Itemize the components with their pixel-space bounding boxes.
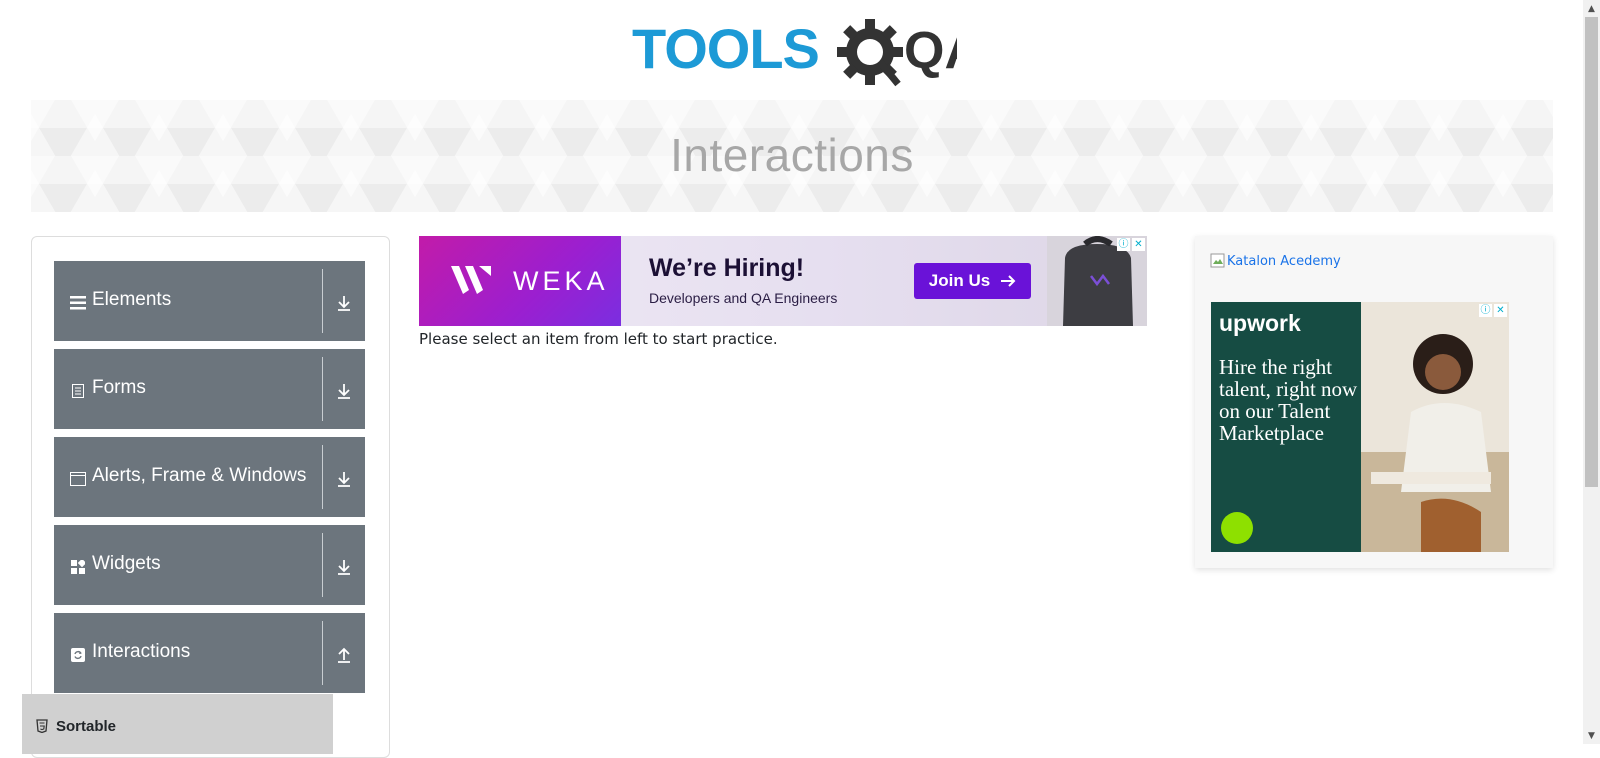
weka-ad-banner[interactable]: WEKA We’re Hiring! Developers and QA Eng… xyxy=(419,236,1147,326)
group-header-elements[interactable]: Elements xyxy=(54,261,365,341)
page-banner: Interactions xyxy=(31,100,1553,212)
group-header-widgets[interactable]: Widgets xyxy=(54,525,365,605)
logo-text-right: QA xyxy=(904,22,957,80)
upwork-logo: upwork xyxy=(1219,310,1301,336)
upwork-ad[interactable]: upwork Hire the right talent, right now … xyxy=(1211,302,1509,552)
scroll-up-icon[interactable]: ▲ xyxy=(1583,0,1600,17)
katalon-ad-link[interactable]: Katalon Acedemy xyxy=(1210,253,1341,269)
grid-icon xyxy=(70,559,86,575)
ad-choices[interactable]: ⓘ ✕ xyxy=(1117,238,1145,251)
ad-headline: We’re Hiring! xyxy=(649,254,805,282)
toolsqa-logo[interactable]: TOOLS QA xyxy=(632,14,957,92)
arrow-right-icon xyxy=(1001,275,1016,287)
divider xyxy=(322,533,323,597)
divider xyxy=(322,357,323,421)
html5-icon xyxy=(36,718,50,734)
ad-choices[interactable]: ⓘ ✕ xyxy=(1479,304,1507,317)
group-header-interactions[interactable]: Interactions xyxy=(54,613,365,693)
refresh-icon xyxy=(70,647,86,663)
sidebar-item-label: Sortable xyxy=(56,718,117,735)
ad-brand-name: WEKA xyxy=(513,266,609,296)
ad-subtext: Developers and QA Engineers xyxy=(649,290,838,306)
vertical-scrollbar[interactable]: ▲ ▼ xyxy=(1583,0,1600,744)
expand-down-icon[interactable] xyxy=(332,291,356,315)
expand-down-icon[interactable] xyxy=(332,467,356,491)
broken-image-icon xyxy=(1210,253,1225,268)
group-header-forms[interactable]: Forms xyxy=(54,349,365,429)
logo-text-left: TOOLS xyxy=(632,17,819,80)
sidebar-menu: Elements Forms Alerts, Frame & Windows W… xyxy=(31,236,390,758)
upwork-headline: Hire the right talent, right now on our … xyxy=(1219,355,1358,445)
group-label: Widgets xyxy=(92,553,161,574)
gear-icon xyxy=(837,19,903,87)
group-header-alerts-frame-windows[interactable]: Alerts, Frame & Windows xyxy=(54,437,365,517)
group-label: Interactions xyxy=(92,641,191,662)
divider xyxy=(322,269,323,333)
divider xyxy=(322,621,323,685)
group-label: Elements xyxy=(92,289,172,310)
scroll-thumb[interactable] xyxy=(1585,17,1598,487)
info-icon[interactable]: ⓘ xyxy=(1117,238,1130,251)
document-icon xyxy=(70,383,86,399)
expand-down-icon[interactable] xyxy=(332,379,356,403)
group-label: Alerts, Frame & Windows xyxy=(92,465,307,486)
side-ad-container: Katalon Acedemy upwork Hire the right ta… xyxy=(1195,236,1553,568)
collapse-up-icon[interactable] xyxy=(332,643,356,667)
window-icon xyxy=(70,471,86,487)
page-title: Interactions xyxy=(670,129,914,181)
upwork-text-panel: upwork Hire the right talent, right now … xyxy=(1211,302,1361,552)
group-label: Forms xyxy=(92,377,146,398)
hamburger-icon xyxy=(70,295,86,311)
sidebar-item-sortable[interactable]: Sortable xyxy=(22,694,333,754)
close-icon[interactable]: ✕ xyxy=(1494,304,1507,317)
weka-logo-icon xyxy=(451,266,491,294)
join-us-button[interactable]: Join Us xyxy=(914,263,1031,299)
ad-brand-panel: WEKA xyxy=(419,236,621,326)
divider xyxy=(322,445,323,509)
woman-photo xyxy=(1361,302,1509,552)
info-icon[interactable]: ⓘ xyxy=(1479,304,1492,317)
accent-dot xyxy=(1221,512,1253,544)
cta-label: Join Us xyxy=(928,271,991,290)
scroll-down-icon[interactable]: ▼ xyxy=(1583,727,1600,744)
katalon-alt-text: Katalon Acedemy xyxy=(1227,253,1341,269)
instruction-text: Please select an item from left to start… xyxy=(419,330,778,348)
close-icon[interactable]: ✕ xyxy=(1132,238,1145,251)
expand-down-icon[interactable] xyxy=(332,555,356,579)
